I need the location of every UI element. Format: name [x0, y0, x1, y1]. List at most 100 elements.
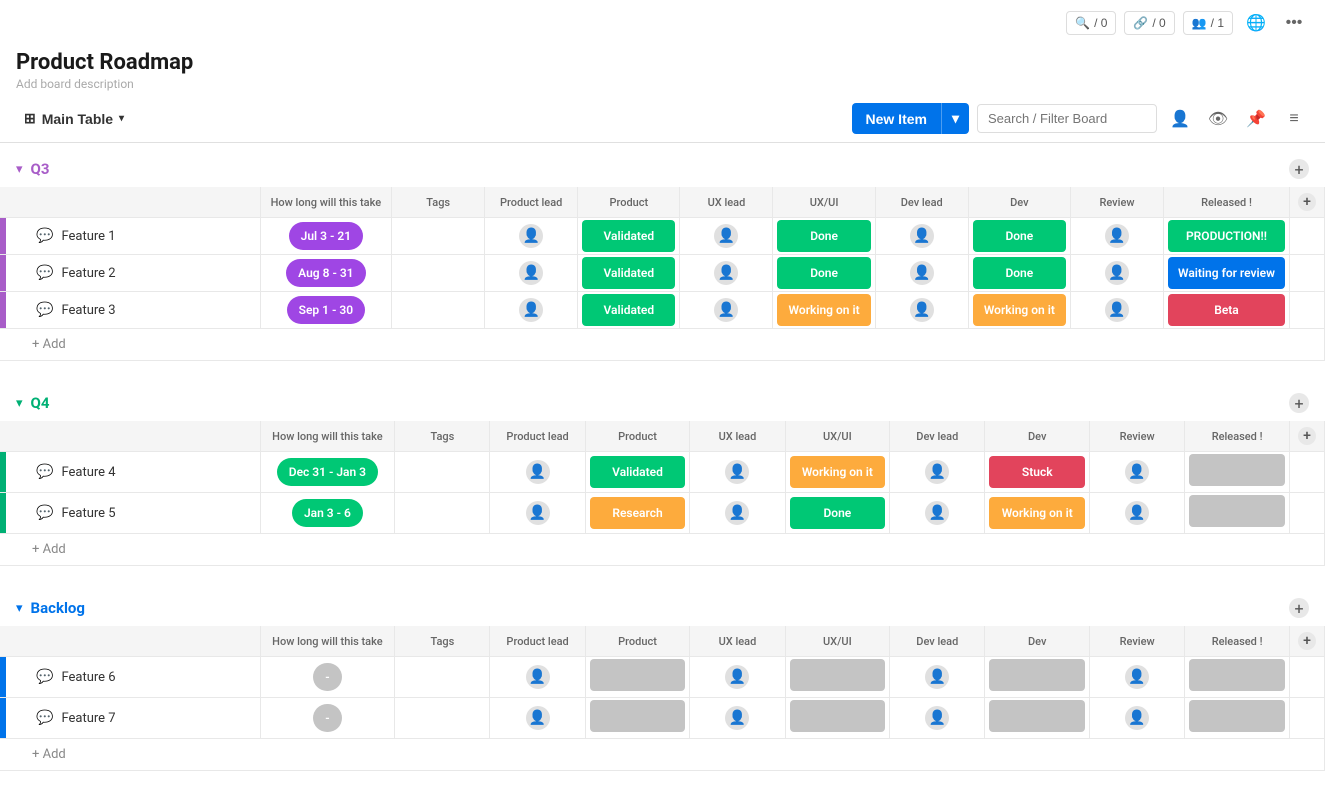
row-released-q4-0[interactable] [1185, 452, 1290, 493]
ux-ui-badge[interactable]: Working on it [777, 294, 870, 326]
ux-ui-badge[interactable]: Done [790, 497, 886, 529]
row-product-lead-q3-0[interactable]: 👤 [485, 218, 578, 255]
dev-badge[interactable]: Stuck [989, 456, 1085, 488]
ux-ui-badge[interactable]: Done [777, 257, 870, 289]
avatar[interactable]: 👤 [1125, 706, 1149, 730]
ux-ui-badge[interactable] [790, 700, 886, 732]
row-ux-lead-backlog-0[interactable]: 👤 [690, 657, 785, 698]
row-review-backlog-0[interactable]: 👤 [1090, 657, 1185, 698]
date-badge[interactable]: - [313, 663, 341, 691]
date-badge[interactable]: Jul 3 - 21 [289, 222, 363, 250]
avatar[interactable]: 👤 [714, 261, 738, 285]
product-badge[interactable] [590, 659, 686, 691]
avatar[interactable]: 👤 [925, 706, 949, 730]
avatar[interactable]: 👤 [526, 460, 550, 484]
product-badge[interactable]: Validated [582, 257, 675, 289]
section-add-btn-backlog[interactable]: + [1285, 598, 1309, 618]
add-item-label[interactable]: + Add [0, 329, 1325, 361]
row-ux-ui-backlog-1[interactable] [785, 698, 890, 739]
dev-badge[interactable]: Working on it [973, 294, 1066, 326]
date-badge[interactable]: - [313, 704, 341, 732]
section-title-backlog[interactable]: Backlog [31, 599, 85, 617]
avatar[interactable]: 👤 [519, 261, 543, 285]
avatar[interactable]: 👤 [1125, 501, 1149, 525]
avatar[interactable]: 👤 [519, 224, 543, 248]
filter-pin-button[interactable]: 📌 [1241, 104, 1271, 134]
stat-search[interactable]: 🔍 / 0 [1066, 11, 1116, 35]
section-add-btn-q3[interactable]: + [1285, 159, 1309, 179]
comment-icon[interactable]: 💬 [36, 505, 53, 521]
row-released-q3-2[interactable]: Beta [1163, 292, 1289, 329]
row-date-backlog-0[interactable]: - [260, 657, 395, 698]
dev-badge[interactable]: Working on it [989, 497, 1085, 529]
avatar[interactable]: 👤 [1105, 298, 1129, 322]
avatar[interactable]: 👤 [925, 501, 949, 525]
row-released-q4-1[interactable] [1185, 493, 1290, 534]
row-product-q4-1[interactable]: Research [585, 493, 690, 534]
stat-users[interactable]: 👥 / 1 [1183, 11, 1233, 35]
row-dev-lead-q3-0[interactable]: 👤 [875, 218, 968, 255]
dev-badge[interactable] [989, 700, 1085, 732]
search-input[interactable] [977, 104, 1157, 133]
avatar[interactable]: 👤 [925, 460, 949, 484]
row-ux-ui-q3-1[interactable]: Done [773, 255, 875, 292]
row-review-q3-1[interactable]: 👤 [1070, 255, 1163, 292]
ux-ui-badge[interactable]: Working on it [790, 456, 886, 488]
row-date-q4-0[interactable]: Dec 31 - Jan 3 [260, 452, 395, 493]
row-dev-q4-0[interactable]: Stuck [985, 452, 1090, 493]
row-review-q3-0[interactable]: 👤 [1070, 218, 1163, 255]
released-badge[interactable]: PRODUCTION!! [1168, 220, 1285, 252]
row-review-backlog-1[interactable]: 👤 [1090, 698, 1185, 739]
more-options-button[interactable]: ••• [1279, 8, 1309, 38]
comment-icon[interactable]: 💬 [36, 464, 53, 480]
row-ux-lead-q3-1[interactable]: 👤 [680, 255, 773, 292]
avatar[interactable]: 👤 [725, 501, 749, 525]
row-dev-q3-0[interactable]: Done [968, 218, 1070, 255]
row-dev-lead-q3-1[interactable]: 👤 [875, 255, 968, 292]
row-dev-lead-q3-2[interactable]: 👤 [875, 292, 968, 329]
row-released-backlog-1[interactable] [1185, 698, 1290, 739]
avatar[interactable]: 👤 [725, 706, 749, 730]
row-dev-q4-1[interactable]: Working on it [985, 493, 1090, 534]
avatar[interactable]: 👤 [1125, 460, 1149, 484]
board-description[interactable]: Add board description [16, 77, 1309, 91]
avatar[interactable]: 👤 [725, 460, 749, 484]
avatar[interactable]: 👤 [519, 298, 543, 322]
released-badge[interactable]: Waiting for review [1168, 257, 1285, 289]
date-badge[interactable]: Sep 1 - 30 [287, 296, 365, 324]
avatar[interactable]: 👤 [910, 224, 934, 248]
col-header-add[interactable]: + [1290, 187, 1325, 218]
row-ux-ui-backlog-0[interactable] [785, 657, 890, 698]
person-filter-button[interactable]: 👤 [1165, 104, 1195, 134]
main-table-button[interactable]: ⊞ Main Table ▾ [16, 106, 132, 131]
row-date-q3-1[interactable]: Aug 8 - 31 [260, 255, 392, 292]
row-product-lead-backlog-0[interactable]: 👤 [490, 657, 585, 698]
row-product-q3-1[interactable]: Validated [578, 255, 680, 292]
add-row-q4[interactable]: + Add [0, 534, 1325, 566]
hide-button[interactable]: 👁 [1203, 104, 1233, 134]
row-review-q4-1[interactable]: 👤 [1090, 493, 1185, 534]
row-dev-backlog-1[interactable] [985, 698, 1090, 739]
row-product-lead-q3-2[interactable]: 👤 [485, 292, 578, 329]
dev-badge[interactable]: Done [973, 220, 1066, 252]
avatar[interactable]: 👤 [714, 298, 738, 322]
date-badge[interactable]: Aug 8 - 31 [286, 259, 365, 287]
add-item-label[interactable]: + Add [0, 534, 1325, 566]
row-dev-q3-2[interactable]: Working on it [968, 292, 1070, 329]
row-ux-lead-q3-0[interactable]: 👤 [680, 218, 773, 255]
row-product-lead-q3-1[interactable]: 👤 [485, 255, 578, 292]
chevron-icon-backlog[interactable]: ▾ [16, 601, 23, 616]
row-date-q4-1[interactable]: Jan 3 - 6 [260, 493, 395, 534]
row-product-q4-0[interactable]: Validated [585, 452, 690, 493]
avatar[interactable]: 👤 [1105, 261, 1129, 285]
ux-ui-badge[interactable] [790, 659, 886, 691]
comment-icon[interactable]: 💬 [36, 710, 53, 726]
row-date-q3-0[interactable]: Jul 3 - 21 [260, 218, 392, 255]
avatar[interactable]: 👤 [925, 665, 949, 689]
product-badge[interactable]: Research [590, 497, 686, 529]
avatar[interactable]: 👤 [714, 224, 738, 248]
add-item-label[interactable]: + Add [0, 739, 1325, 771]
product-badge[interactable] [590, 700, 686, 732]
row-dev-q3-1[interactable]: Done [968, 255, 1070, 292]
add-row-backlog[interactable]: + Add [0, 739, 1325, 771]
